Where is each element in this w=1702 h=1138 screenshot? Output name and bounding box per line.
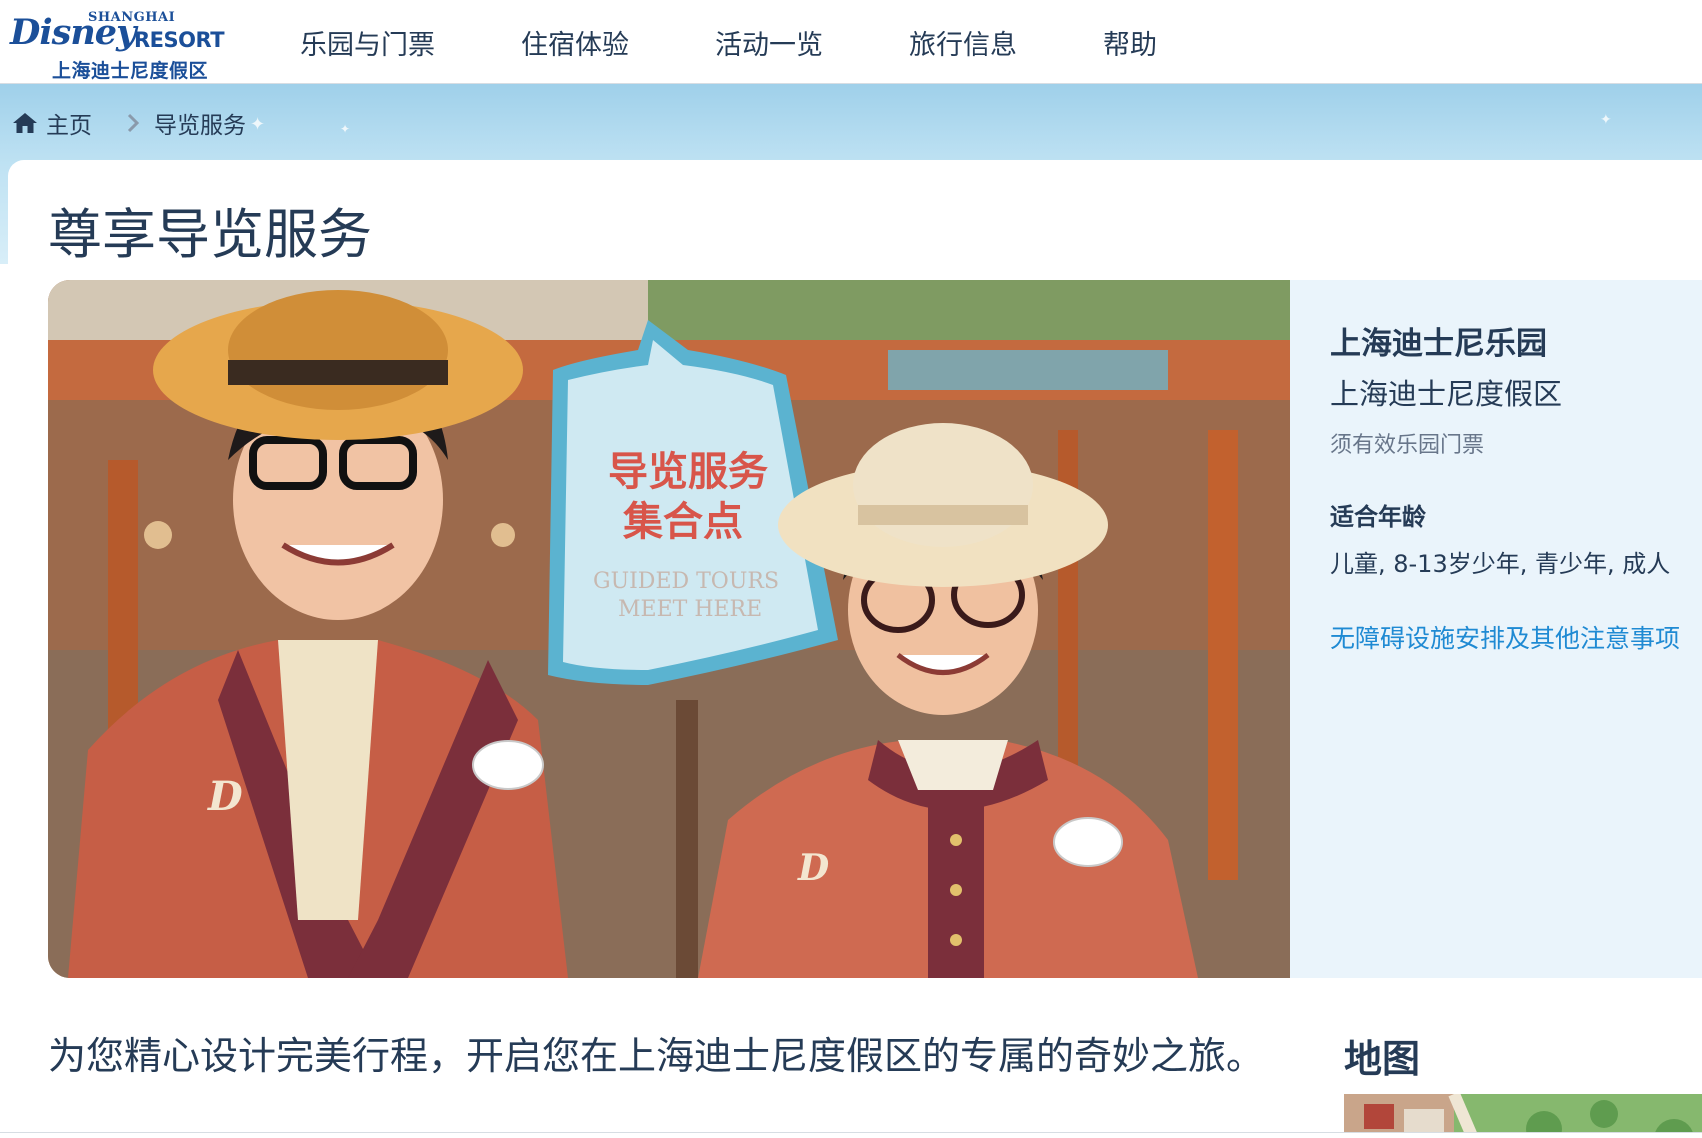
nav-item-travel-info[interactable]: 旅行信息 <box>909 23 1017 62</box>
nav-item-hotels[interactable]: 住宿体验 <box>521 23 629 62</box>
shanghai-disney-resort-logo[interactable]: SHANGHAI Disney RESORT 上海迪士尼度假区 <box>10 6 240 82</box>
svg-text:D: D <box>797 847 829 889</box>
main-nav: 乐园与门票 住宿体验 活动一览 旅行信息 帮助 <box>300 0 1243 84</box>
chevron-right-icon <box>127 113 140 133</box>
page-title: 尊享导览服务 <box>48 203 372 266</box>
sign-text-meet-here: MEET HERE <box>618 597 762 622</box>
sign-text-guided-tours: GUIDED TOURS <box>593 569 779 594</box>
logo-disney-text: Disney <box>10 12 136 53</box>
attraction-info-panel: 上海迪士尼乐园 上海迪士尼度假区 须有效乐园门票 适合年龄 儿童, 8-13岁少… <box>1290 280 1702 978</box>
service-description: 为您精心设计完美行程，开启您在上海迪士尼度假区的专属的奇妙之旅。 <box>48 1034 1265 1078</box>
svg-text:D: D <box>207 773 243 820</box>
sparkle-decoration: ✦ <box>1600 112 1612 128</box>
breadcrumb: 主页 导览服务 <box>12 106 246 140</box>
breadcrumb-current: 导览服务 <box>154 113 246 139</box>
breadcrumb-home-link[interactable]: 主页 <box>46 106 92 140</box>
main-content-card: 尊享导览服务 导览服务 集合点 GUIDED TOURS MEET HERE D… <box>8 160 1702 1138</box>
sign-text-guided-service: 导览服务 <box>608 449 768 495</box>
nav-item-help[interactable]: 帮助 <box>1103 23 1157 62</box>
page-bottom-edge <box>0 1132 1702 1138</box>
hero-image: 导览服务 集合点 GUIDED TOURS MEET HERE D D <box>48 280 1290 978</box>
logo-resort-text: RESORT <box>134 28 225 52</box>
accessibility-link[interactable]: 无障碍设施安排及其他注意事项 <box>1330 619 1680 655</box>
age-heading: 适合年龄 <box>1330 503 1426 531</box>
map-heading: 地图 <box>1344 1037 1421 1081</box>
ticket-requirement: 须有效乐园门票 <box>1330 433 1485 458</box>
logo-chinese-text: 上海迪士尼度假区 <box>52 60 209 82</box>
age-groups: 儿童, 8-13岁少年, 青少年, 成人 <box>1330 550 1671 578</box>
sign-text-meeting-point: 集合点 <box>622 499 743 545</box>
resort-name: 上海迪士尼度假区 <box>1330 377 1563 411</box>
nav-item-parks-tickets[interactable]: 乐园与门票 <box>300 23 435 62</box>
home-icon[interactable] <box>12 111 38 135</box>
top-navigation: SHANGHAI Disney RESORT 上海迪士尼度假区 乐园与门票 住宿… <box>0 0 1702 84</box>
hero-illustration: 导览服务 集合点 GUIDED TOURS MEET HERE D D <box>48 280 1290 978</box>
sparkle-decoration: ✦ <box>340 122 351 136</box>
sparkle-decoration: ✦ <box>250 114 266 135</box>
park-name: 上海迪士尼乐园 <box>1330 326 1547 362</box>
nav-item-activities[interactable]: 活动一览 <box>715 23 823 62</box>
